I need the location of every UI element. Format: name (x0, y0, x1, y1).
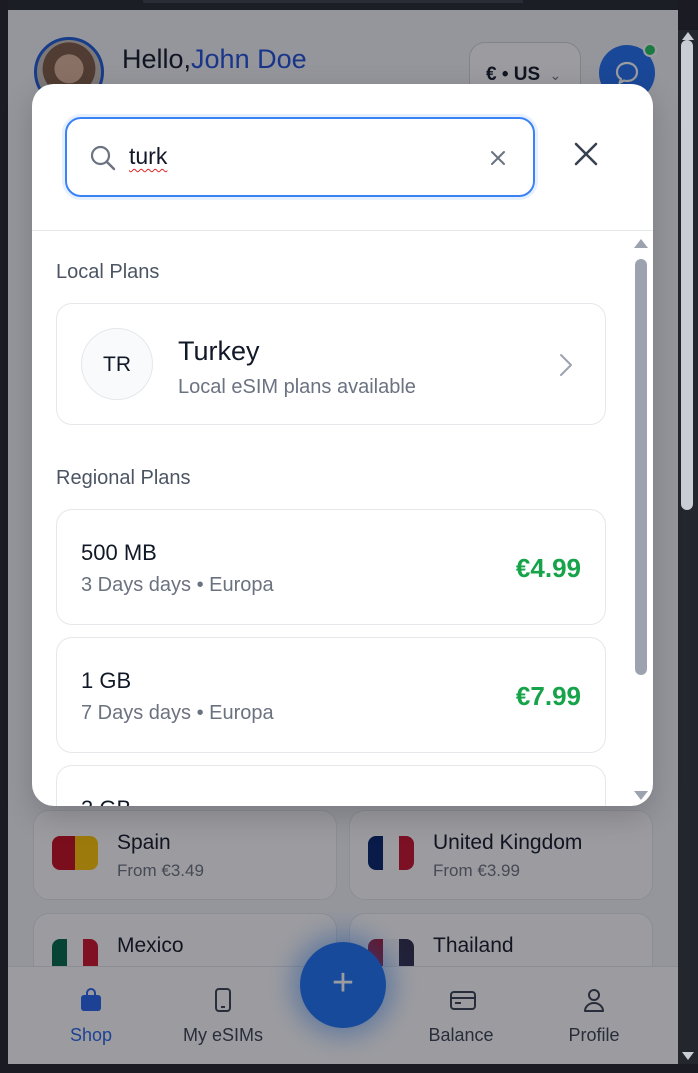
search-results: Local Plans TR Turkey Local eSIM plans a… (32, 231, 653, 806)
results-scrollbar[interactable] (632, 237, 652, 806)
plan-price: €4.99 (515, 553, 581, 583)
plan-data-amount: 500 MB (81, 540, 157, 565)
page-scrollbar-thumb[interactable] (681, 40, 693, 510)
country-code-badge: TR (81, 328, 153, 400)
regional-plan-card[interactable]: 1 GB 7 Days days • Europa €7.99 (56, 637, 606, 753)
close-icon[interactable] (568, 136, 604, 172)
scroll-down-arrow-icon[interactable] (634, 791, 648, 800)
plan-details: 7 Days days • Europa (81, 702, 274, 724)
clear-icon[interactable] (485, 145, 511, 171)
local-plans-heading: Local Plans (56, 261, 160, 283)
scroll-down-arrow-icon[interactable] (682, 1052, 694, 1060)
regional-plan-card[interactable]: 3 GB (56, 765, 606, 806)
plan-data-amount: 1 GB (81, 668, 132, 693)
plan-details: 3 Days days • Europa (81, 574, 274, 596)
regional-plan-card[interactable]: 500 MB 3 Days days • Europa €4.99 (56, 509, 606, 625)
results-scrollbar-thumb[interactable] (635, 259, 647, 675)
search-icon (90, 145, 116, 171)
local-plan-country: Turkey (178, 336, 260, 366)
page-scrollbar[interactable] (678, 30, 698, 1064)
scroll-up-arrow-icon[interactable] (682, 32, 694, 40)
search-input[interactable]: turk (65, 117, 535, 197)
chevron-right-icon (560, 354, 572, 376)
scroll-up-arrow-icon[interactable] (634, 239, 648, 248)
plan-data-amount: 3 GB (81, 796, 131, 806)
search-modal: turk Local Plans TR Turkey Local eSIM pl… (32, 84, 653, 806)
local-plan-turkey[interactable]: TR Turkey Local eSIM plans available (56, 303, 606, 425)
search-query[interactable]: turk (129, 143, 167, 170)
regional-plans-heading: Regional Plans (56, 467, 191, 489)
plan-price: €7.99 (515, 681, 581, 711)
local-plan-subtitle: Local eSIM plans available (178, 376, 416, 398)
